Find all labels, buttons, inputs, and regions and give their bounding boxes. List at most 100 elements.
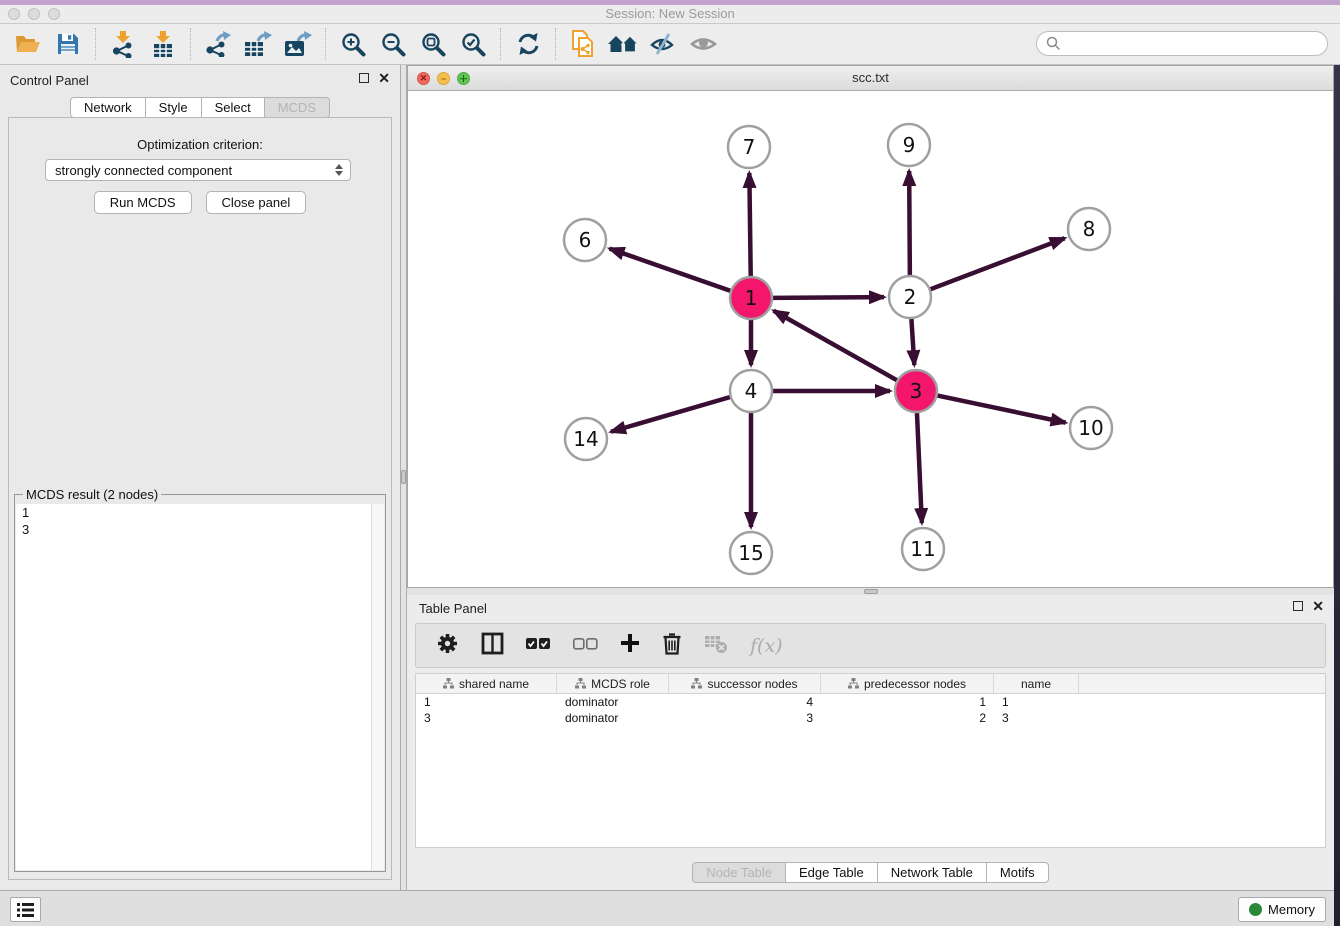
close-panel-button[interactable]: Close panel xyxy=(206,191,307,214)
import-network-button[interactable] xyxy=(103,27,143,61)
memory-button[interactable]: Memory xyxy=(1238,897,1326,922)
graph-edge-1-6[interactable] xyxy=(610,249,731,291)
result-scrollbar[interactable] xyxy=(371,504,384,870)
table-row[interactable]: 1dominator411 xyxy=(416,694,1325,710)
delete-button[interactable] xyxy=(662,632,682,660)
graph-node-8[interactable]: 8 xyxy=(1068,208,1110,250)
table-cell[interactable]: 1 xyxy=(994,694,1079,710)
tab-motifs[interactable]: Motifs xyxy=(986,862,1049,883)
vertical-splitter[interactable] xyxy=(400,65,407,890)
gear-button[interactable] xyxy=(436,632,459,660)
graph-edge-3-1[interactable] xyxy=(774,311,897,380)
graph-node-2[interactable]: 2 xyxy=(889,276,931,318)
tab-select[interactable]: Select xyxy=(201,97,265,118)
table-cell[interactable]: dominator xyxy=(557,710,669,726)
tab-style[interactable]: Style xyxy=(145,97,202,118)
graph-node-6[interactable]: 6 xyxy=(564,219,606,261)
sort-tree-icon xyxy=(443,678,454,689)
graph-edge-4-14[interactable] xyxy=(611,397,730,432)
task-history-button[interactable] xyxy=(10,897,41,922)
control-panel-title: Control Panel xyxy=(10,73,89,88)
export-network-icon xyxy=(205,31,231,57)
dropdown-stepper-icon xyxy=(333,162,344,178)
duplicate-network-button[interactable] xyxy=(563,27,603,61)
table-row[interactable]: 3dominator323 xyxy=(416,710,1325,726)
table-cell[interactable]: 3 xyxy=(994,710,1079,726)
export-image-button[interactable] xyxy=(278,27,318,61)
float-panel-icon[interactable] xyxy=(359,73,369,83)
show-all-button[interactable] xyxy=(683,27,723,61)
table-body: 1dominator4113dominator323 xyxy=(416,694,1325,726)
column-header-predecessor-nodes[interactable]: predecessor nodes xyxy=(821,674,994,693)
splitter-grip[interactable] xyxy=(401,470,406,484)
tab-edge-table[interactable]: Edge Table xyxy=(785,862,878,883)
graph-node-11[interactable]: 11 xyxy=(902,528,944,570)
export-table-button[interactable] xyxy=(238,27,278,61)
table-cell[interactable]: 3 xyxy=(669,710,821,726)
mcds-result-list[interactable]: 13 xyxy=(16,504,384,870)
add-column-button[interactable] xyxy=(620,633,640,658)
svg-text:10: 10 xyxy=(1078,416,1103,440)
hide-selected-button[interactable] xyxy=(643,27,683,61)
open-session-button[interactable] xyxy=(8,27,48,61)
horizontal-splitter[interactable] xyxy=(407,588,1334,595)
add-column-icon xyxy=(620,633,640,653)
graph-node-9[interactable]: 9 xyxy=(888,124,930,166)
save-session-button[interactable] xyxy=(48,27,88,61)
graph-node-14[interactable]: 14 xyxy=(565,418,607,460)
table-cell[interactable]: dominator xyxy=(557,694,669,710)
column-header-successor-nodes[interactable]: successor nodes xyxy=(669,674,821,693)
refresh-button[interactable] xyxy=(508,27,548,61)
columns-button[interactable] xyxy=(481,632,504,660)
graph-node-10[interactable]: 10 xyxy=(1070,407,1112,449)
search-input[interactable] xyxy=(1036,31,1328,56)
run-mcds-button[interactable]: Run MCDS xyxy=(94,191,192,214)
export-network-button[interactable] xyxy=(198,27,238,61)
graph-node-4[interactable]: 4 xyxy=(730,370,772,412)
export-image-icon xyxy=(284,31,312,57)
table-cell[interactable]: 2 xyxy=(821,710,994,726)
import-table-button[interactable] xyxy=(143,27,183,61)
graph-node-3[interactable]: 3 xyxy=(895,370,937,412)
select-all-button[interactable] xyxy=(526,637,551,655)
graph-edge-2-3[interactable] xyxy=(911,319,914,365)
tab-node-table[interactable]: Node Table xyxy=(692,862,786,883)
network-canvas[interactable]: 7 9 6 8 1 2 4 3 14 10 15 11 xyxy=(408,91,1333,587)
graph-edge-2-8[interactable] xyxy=(931,238,1065,289)
column-header-shared-name[interactable]: shared name xyxy=(416,674,557,693)
zoom-in-button[interactable] xyxy=(333,27,373,61)
graph-edge-3-11[interactable] xyxy=(917,413,922,523)
column-header-MCDS-role[interactable]: MCDS role xyxy=(557,674,669,693)
tab-network[interactable]: Network xyxy=(70,97,146,118)
optimization-criterion-select[interactable]: strongly connected component xyxy=(45,159,351,181)
graph-edge-1-2[interactable] xyxy=(773,297,884,298)
table-cell[interactable]: 1 xyxy=(821,694,994,710)
table-cell[interactable]: 4 xyxy=(669,694,821,710)
graph-node-15[interactable]: 15 xyxy=(730,532,772,574)
zoom-out-button[interactable] xyxy=(373,27,413,61)
graph-node-1[interactable]: 1 xyxy=(730,277,772,319)
toolbar-separator xyxy=(555,28,556,60)
graph-edge-3-10[interactable] xyxy=(938,396,1066,423)
column-header-name[interactable]: name xyxy=(994,674,1079,693)
tab-mcds[interactable]: MCDS xyxy=(264,97,330,118)
close-panel-icon[interactable]: ✕ xyxy=(1312,600,1324,612)
table-cell[interactable]: 3 xyxy=(416,710,557,726)
delete-table-button[interactable] xyxy=(704,632,728,659)
function-builder-button[interactable]: f(x) xyxy=(750,635,783,657)
tab-network-table[interactable]: Network Table xyxy=(877,862,987,883)
zoom-selected-button[interactable] xyxy=(453,27,493,61)
splitter-grip[interactable] xyxy=(864,589,878,594)
graph-node-7[interactable]: 7 xyxy=(728,126,770,168)
deselect-all-button[interactable] xyxy=(573,637,598,655)
save-session-icon xyxy=(57,33,79,55)
sort-tree-icon xyxy=(575,678,586,689)
graph-edge-2-9[interactable] xyxy=(909,171,910,275)
close-panel-icon[interactable]: ✕ xyxy=(378,72,390,84)
home-button[interactable] xyxy=(603,27,643,61)
zoom-out-icon xyxy=(381,32,406,57)
float-panel-icon[interactable] xyxy=(1293,601,1303,611)
graph-edge-1-7[interactable] xyxy=(749,173,750,276)
table-cell[interactable]: 1 xyxy=(416,694,557,710)
zoom-fit-button[interactable] xyxy=(413,27,453,61)
